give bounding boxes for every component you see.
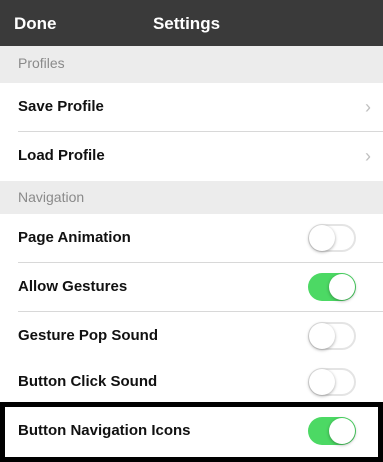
button-click-sound-toggle[interactable] — [308, 368, 356, 396]
navigation-bar: Done Settings — [0, 0, 383, 46]
page-animation-row: Page Animation — [0, 214, 383, 263]
section-header-navigation: Navigation — [0, 181, 383, 214]
section-header-profiles: Profiles — [0, 46, 383, 83]
load-profile-row[interactable]: Load Profile › — [0, 132, 383, 181]
row-label: Allow Gestures — [18, 278, 128, 295]
row-label: Gesture Pop Sound — [18, 327, 159, 344]
row-label: Button Click Sound — [18, 373, 158, 390]
toggle-knob — [309, 225, 335, 251]
row-label: Save Profile — [18, 98, 104, 115]
button-click-sound-row: Button Click Sound — [0, 358, 383, 407]
page-animation-toggle[interactable] — [308, 224, 356, 252]
section-header-label: Profiles — [18, 55, 65, 71]
row-label: Load Profile — [18, 147, 105, 164]
allow-gestures-toggle[interactable] — [308, 273, 356, 301]
toggle-knob — [309, 323, 335, 349]
allow-gestures-row: Allow Gestures — [0, 263, 383, 312]
section-header-label: Navigation — [18, 189, 85, 205]
chevron-right-icon: › — [365, 97, 371, 117]
chevron-right-icon: › — [365, 146, 371, 166]
gesture-pop-sound-row: Gesture Pop Sound — [0, 312, 383, 361]
gesture-pop-sound-toggle[interactable] — [308, 322, 356, 350]
highlight-frame — [0, 402, 383, 462]
row-label: Page Animation — [18, 229, 131, 246]
page-title: Settings — [152, 14, 221, 33]
toggle-knob — [309, 369, 335, 395]
save-profile-row[interactable]: Save Profile › — [0, 83, 383, 132]
toggle-knob — [329, 274, 355, 300]
